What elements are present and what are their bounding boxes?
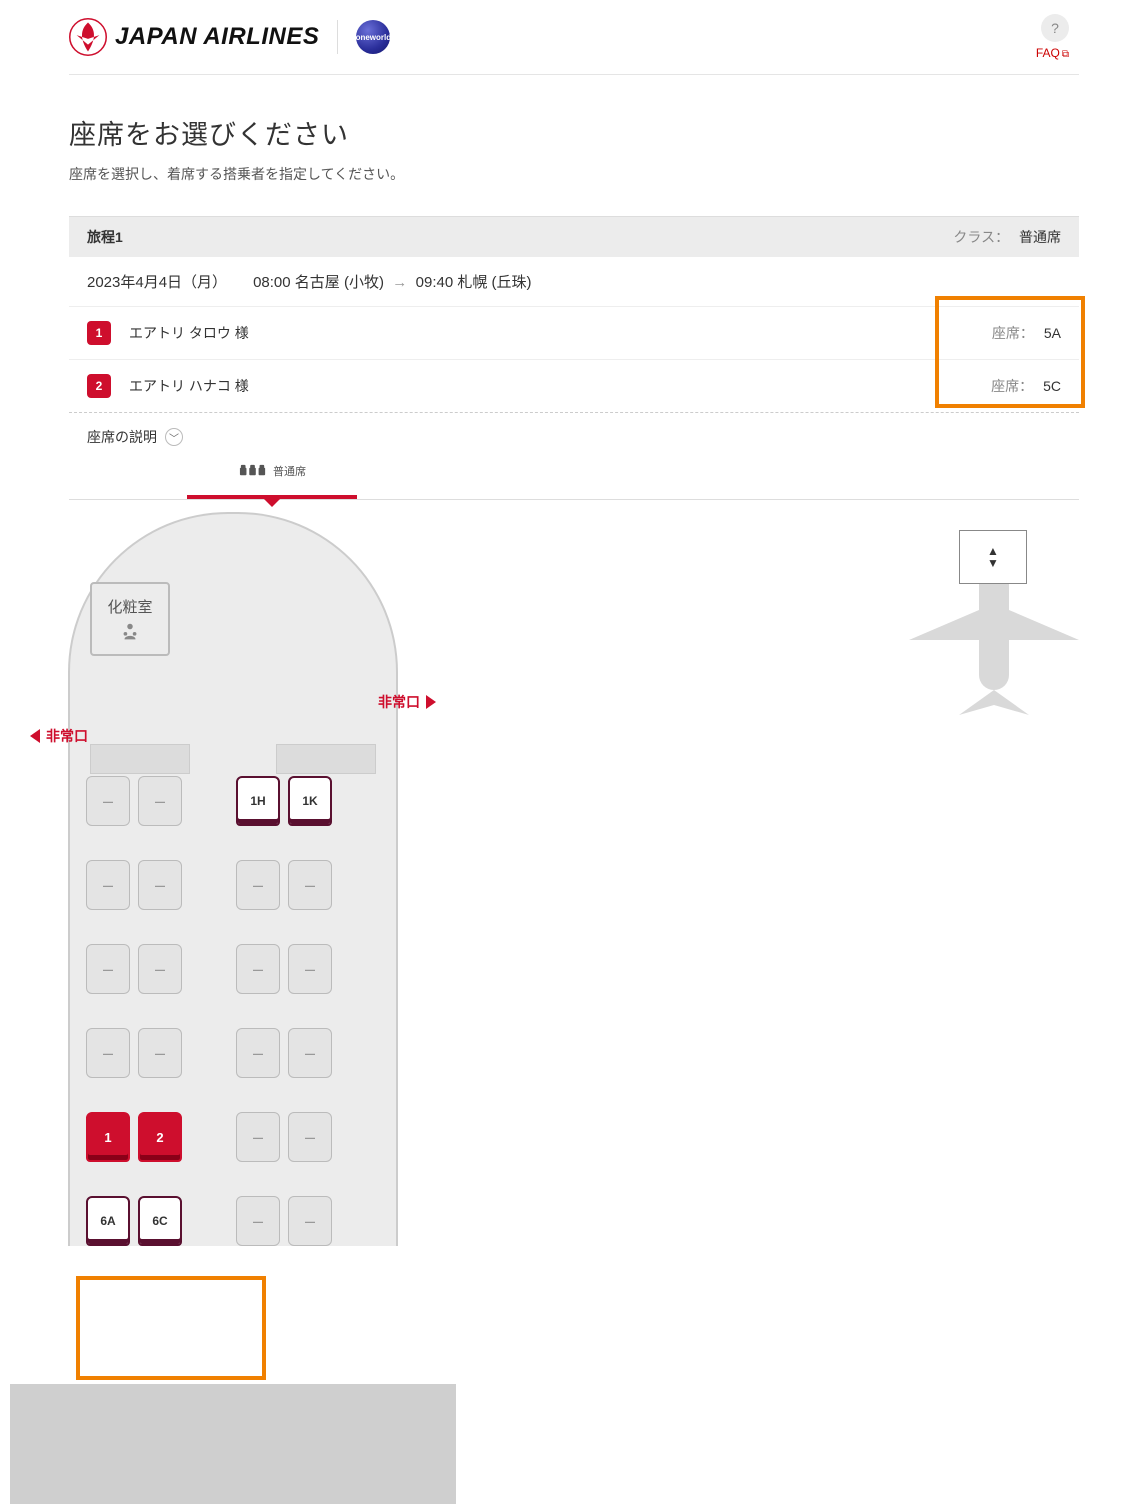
faq-link[interactable]: FAQ⧉ [1036,46,1069,60]
seat-legend-toggle[interactable]: 座席の説明 ﹀ [69,413,1079,455]
class-value: 普通席 [1019,229,1061,245]
oneworld-logo[interactable]: oneworld [356,20,390,54]
triangle-left-icon [30,729,40,743]
seat-unavailable: – [236,944,280,994]
seat-value: 5A [1044,325,1061,341]
lavatory: 化粧室 [90,582,170,656]
seat-pair: –– [236,1028,332,1078]
seat-unavailable: – [288,944,332,994]
help-group: ? FAQ⧉ [1036,14,1069,60]
seat-row: –––– [86,1028,380,1078]
mini-plane: ▲ ▼ [909,530,1079,725]
triangle-right-icon [426,695,436,709]
highlight-selected-seats [76,1276,266,1380]
seat-row: –––– [86,860,380,910]
page-header: JAPAN AIRLINES oneworld ? FAQ⧉ [69,0,1079,75]
seat-pair: –– [236,860,332,910]
seat-unavailable: – [138,860,182,910]
seat-unavailable: – [86,1028,130,1078]
brand-separator [337,20,338,54]
class-label: クラス： [953,229,1009,245]
flight-row: 2023年4月4日（月） 08:00 名古屋 (小牧) → 09:40 札幌 (… [69,257,1079,307]
seatmap-area: 化粧室 非常口 非常口 ––1H1K––––––––––––12––6A6C–– [69,500,1079,1280]
seat-pair: –– [86,1028,182,1078]
seat-pair: 12 [86,1112,182,1162]
jal-logo[interactable]: JAPAN AIRLINES [69,18,319,56]
seat-pair: –– [236,1112,332,1162]
chevron-down-icon: ﹀ [165,428,183,446]
seat-pair: –– [86,776,182,826]
seat-unavailable: – [86,860,130,910]
seat-available[interactable]: 1H [236,776,280,826]
seat-label: 座席： [992,323,1034,343]
passenger-badge: 1 [87,321,111,345]
exit-right: 非常口 [378,692,436,712]
storage-box [90,744,190,774]
seat-value: 5C [1043,378,1061,394]
passenger-row-2[interactable]: 2 エアトリ ハナコ 様 座席： 5C [69,360,1079,413]
seat-selected[interactable]: 1 [86,1112,130,1162]
passenger-name: エアトリ タロウ 様 [129,323,249,343]
seat-available[interactable]: 6A [86,1196,130,1246]
itinerary-block: 旅程1 クラス： 普通席 2023年4月4日（月） 08:00 名古屋 (小牧)… [69,216,1079,455]
brand-block: JAPAN AIRLINES oneworld [69,18,390,56]
page-subtitle: 座席を選択し、着席する搭乗者を指定してください。 [69,164,1079,184]
passenger-row-1[interactable]: 1 エアトリ タロウ 様 座席： 5A [69,307,1079,360]
passenger-badge: 2 [87,374,111,398]
seat-unavailable: – [236,1112,280,1162]
seatmap-scroll-control[interactable]: ▲ ▼ [959,530,1027,584]
triangle-down-icon: ▼ [987,557,999,569]
seat-row: 6A6C –– [86,1196,380,1246]
seat-unavailable: – [288,1196,332,1246]
seat-unavailable: – [138,944,182,994]
itinerary-class: クラス： 普通席 [953,227,1061,247]
seat-unavailable: – [288,1028,332,1078]
itinerary-header: 旅程1 クラス： 普通席 [69,216,1079,257]
seat-unavailable: – [86,944,130,994]
passenger-name: エアトリ ハナコ 様 [129,376,249,396]
page-title: 座席をお選びください [69,113,1079,152]
seat-pair: –– [86,860,182,910]
brand-text: JAPAN AIRLINES [115,23,319,51]
class-tab-economy[interactable]: 普通席 [239,463,306,479]
seat-label: 座席： [991,376,1033,396]
seat-row: –––– [86,944,380,994]
baby-icon [119,621,141,643]
storage-box [276,744,376,774]
seat-unavailable: – [236,1196,280,1246]
seat-unavailable: – [288,1112,332,1162]
seat-pair: 6A6C [86,1196,182,1246]
seat-unavailable: – [86,776,130,826]
arrow-icon: → [392,274,407,291]
storage-row [90,744,376,774]
seats-icon [239,463,267,479]
seat-row: –– 1H1K [86,776,380,826]
itinerary-label: 旅程1 [87,227,123,247]
seat-unavailable: – [138,776,182,826]
jal-crane-icon [69,18,107,56]
exit-left: 非常口 [30,726,88,746]
seat-pair: –– [86,944,182,994]
seat-pair: –– [236,1196,332,1246]
flight-date: 2023年4月4日（月） [87,271,227,292]
class-tabs: 普通席 [69,461,1079,500]
seat-row: 12 –– [86,1112,380,1162]
seat-unavailable: – [236,860,280,910]
flight-segment: 08:00 名古屋 (小牧) → 09:40 札幌 (丘珠) [253,271,531,292]
seat-selected[interactable]: 2 [138,1112,182,1162]
wing-shadow [10,1384,456,1504]
seat-pair: –– [236,944,332,994]
class-tab-indicator [187,495,357,499]
seat-unavailable: – [236,1028,280,1078]
seat-unavailable: – [288,860,332,910]
seat-unavailable: – [138,1028,182,1078]
external-link-icon: ⧉ [1062,49,1069,60]
help-button[interactable]: ? [1041,14,1069,42]
seat-available[interactable]: 6C [138,1196,182,1246]
seat-rows: ––1H1K––––––––––––12––6A6C–– [70,776,396,1246]
seat-available[interactable]: 1K [288,776,332,826]
fuselage: 化粧室 非常口 非常口 ––1H1K––––––––––––12––6A6C–– [68,512,398,1246]
seat-pair: 1H1K [236,776,332,826]
